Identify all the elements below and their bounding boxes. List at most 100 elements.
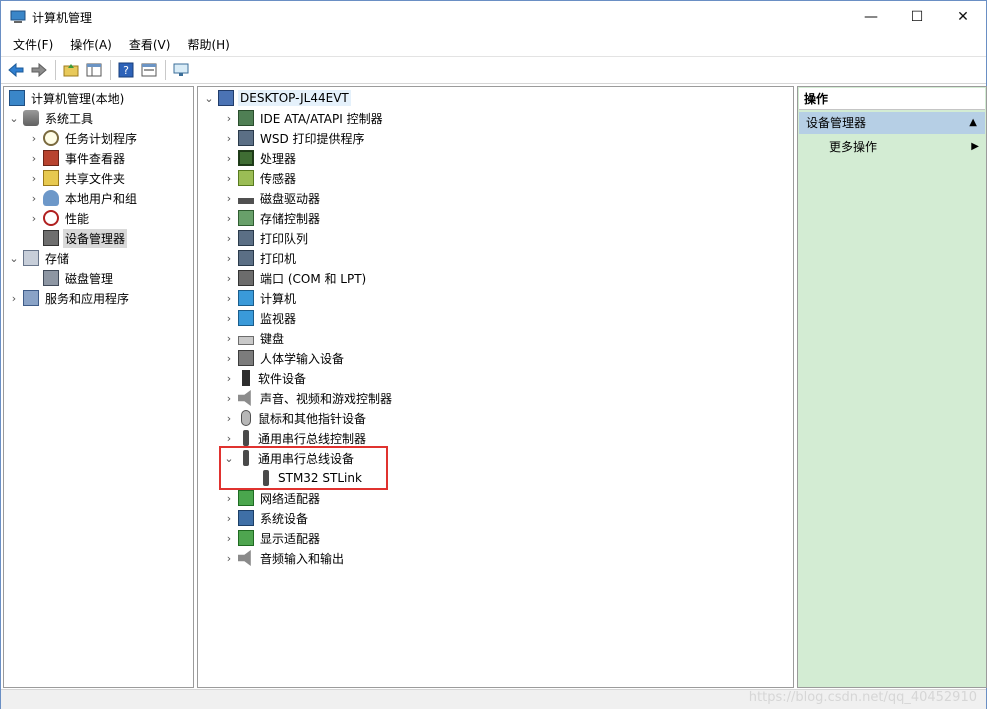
chevron-right-icon[interactable]: › [222, 272, 236, 285]
chevron-right-icon[interactable]: › [222, 332, 236, 345]
device-category-label: 人体学输入设备 [260, 351, 345, 366]
tree-item-event-viewer[interactable]: › 事件查看器 [27, 148, 127, 168]
device-category-monitors[interactable]: › 监视器 [222, 308, 298, 328]
chevron-right-icon[interactable]: › [27, 152, 41, 165]
tree-item-label: 计算机管理(本地) [31, 91, 125, 106]
computer-management-window: 计算机管理 — ☐ ✕ 文件(F) 操作(A) 查看(V) 帮助(H) ? 计算… [0, 0, 987, 709]
device-category-software-devices[interactable]: › 软件设备 [222, 368, 308, 388]
console-icon[interactable] [170, 59, 192, 81]
system-device-icon [238, 510, 254, 526]
device-category-hid[interactable]: › 人体学输入设备 [222, 348, 346, 368]
storage-icon [23, 250, 39, 266]
device-category-mice[interactable]: › 鼠标和其他指针设备 [222, 408, 368, 428]
tree-item-performance[interactable]: › 性能 [27, 208, 91, 228]
sound-icon [238, 390, 251, 406]
device-category-label: 磁盘驱动器 [260, 191, 321, 206]
properties-icon[interactable] [138, 59, 160, 81]
chevron-right-icon[interactable]: › [222, 252, 236, 265]
chevron-down-icon[interactable]: ⌄ [7, 252, 21, 265]
chevron-right-icon[interactable]: › [222, 152, 236, 165]
tree-item-disk-management[interactable]: 磁盘管理 [27, 268, 115, 288]
device-category-printers[interactable]: › 打印机 [222, 248, 298, 268]
device-tree-root-label: DESKTOP-JL44EVT [238, 90, 351, 106]
maximize-button[interactable]: ☐ [894, 1, 940, 33]
chevron-right-icon[interactable]: › [222, 492, 236, 505]
forward-arrow-icon[interactable] [28, 59, 50, 81]
chevron-right-icon[interactable]: › [222, 292, 236, 305]
device-category-ide[interactable]: › IDE ATA/ATAPI 控制器 [222, 108, 385, 128]
back-arrow-icon[interactable] [5, 59, 27, 81]
chevron-right-icon[interactable]: › [222, 372, 236, 385]
actions-section-device-manager[interactable]: 设备管理器 ▲ [799, 112, 985, 134]
more-actions-item[interactable]: 更多操作 ▶ [829, 137, 979, 157]
window-title: 计算机管理 [32, 10, 93, 25]
chevron-right-icon[interactable]: › [7, 292, 21, 305]
close-button[interactable]: ✕ [940, 1, 986, 33]
device-category-sensor[interactable]: › 传感器 [222, 168, 298, 188]
show-hide-tree-icon[interactable] [83, 59, 105, 81]
menu-file[interactable]: 文件(F) [7, 36, 59, 53]
device-category-label: 显示适配器 [260, 531, 321, 546]
tree-item-system-tools[interactable]: ⌄ 系统工具 [7, 108, 95, 128]
device-category-label: 监视器 [260, 311, 297, 326]
menu-view[interactable]: 查看(V) [123, 36, 177, 53]
chevron-right-icon[interactable]: › [222, 112, 236, 125]
device-category-system-devices[interactable]: › 系统设备 [222, 508, 310, 528]
chevron-right-icon[interactable]: › [222, 172, 236, 185]
device-tree-root[interactable]: ⌄ DESKTOP-JL44EVT [202, 88, 351, 108]
device-category-disk-drives[interactable]: › 磁盘驱动器 [222, 188, 322, 208]
device-category-keyboards[interactable]: › 键盘 [222, 328, 286, 348]
device-category-network-adapters[interactable]: › 网络适配器 [222, 488, 322, 508]
device-category-usb-controllers[interactable]: › 通用串行总线控制器 [222, 428, 368, 448]
device-category-storage-controllers[interactable]: › 存储控制器 [222, 208, 322, 228]
chevron-right-icon[interactable]: › [222, 312, 236, 325]
device-category-computer[interactable]: › 计算机 [222, 288, 298, 308]
device-category-processor[interactable]: › 处理器 [222, 148, 298, 168]
chevron-right-icon[interactable]: › [222, 432, 236, 445]
chevron-right-icon[interactable]: › [222, 512, 236, 525]
tree-item-device-manager[interactable]: 设备管理器 [27, 228, 128, 248]
chevron-right-icon[interactable]: › [222, 132, 236, 145]
chevron-down-icon[interactable]: ⌄ [202, 92, 216, 105]
tree-item-label: 任务计划程序 [65, 131, 138, 146]
menu-action[interactable]: 操作(A) [64, 36, 118, 53]
device-category-label: WSD 打印提供程序 [260, 131, 365, 146]
device-category-wsd[interactable]: › WSD 打印提供程序 [222, 128, 367, 148]
chevron-right-icon[interactable]: › [222, 412, 236, 425]
tree-item-services-apps[interactable]: › 服务和应用程序 [7, 288, 131, 308]
tree-item-computer-management[interactable]: 计算机管理(本地) [7, 88, 126, 108]
chevron-right-icon[interactable]: › [222, 532, 236, 545]
collapse-up-icon[interactable]: ▲ [969, 112, 977, 134]
device-category-audio-io[interactable]: › 音频输入和输出 [222, 548, 346, 568]
device-category-ports[interactable]: › 端口 (COM 和 LPT) [222, 268, 368, 288]
menu-help[interactable]: 帮助(H) [181, 36, 235, 53]
chevron-right-icon[interactable]: › [222, 552, 236, 565]
up-folder-icon[interactable] [60, 59, 82, 81]
tree-item-shared-folders[interactable]: › 共享文件夹 [27, 168, 127, 188]
sensor-icon [238, 170, 254, 186]
tree-item-storage[interactable]: ⌄ 存储 [7, 248, 71, 268]
chevron-right-icon[interactable]: › [222, 392, 236, 405]
chevron-right-icon[interactable]: › [27, 132, 41, 145]
minimize-button[interactable]: — [848, 1, 894, 33]
device-category-label: 打印机 [260, 251, 297, 266]
tree-item-local-users[interactable]: › 本地用户和组 [27, 188, 139, 208]
chevron-down-icon[interactable]: ⌄ [7, 112, 21, 125]
menu-bar: 文件(F) 操作(A) 查看(V) 帮助(H) [1, 33, 986, 55]
chevron-right-icon[interactable]: › [27, 212, 41, 225]
chevron-right-icon[interactable]: › [27, 172, 41, 185]
help-icon[interactable]: ? [115, 59, 137, 81]
tree-item-label: 性能 [65, 211, 90, 226]
device-category-display-adapters[interactable]: › 显示适配器 [222, 528, 322, 548]
chevron-right-icon[interactable]: › [222, 352, 236, 365]
annotation-highlight-box [219, 446, 388, 490]
device-category-sound[interactable]: › 声音、视频和游戏控制器 [222, 388, 394, 408]
chevron-right-icon[interactable]: › [222, 212, 236, 225]
device-category-print-queue[interactable]: › 打印队列 [222, 228, 310, 248]
chevron-right-icon[interactable]: › [222, 232, 236, 245]
chevron-right-icon[interactable]: › [222, 192, 236, 205]
chevron-right-icon[interactable]: › [27, 192, 41, 205]
tree-item-task-scheduler[interactable]: › 任务计划程序 [27, 128, 139, 148]
disk-drive-icon [238, 198, 254, 204]
watermark-text: https://blog.csdn.net/qq_40452910 [748, 690, 977, 705]
